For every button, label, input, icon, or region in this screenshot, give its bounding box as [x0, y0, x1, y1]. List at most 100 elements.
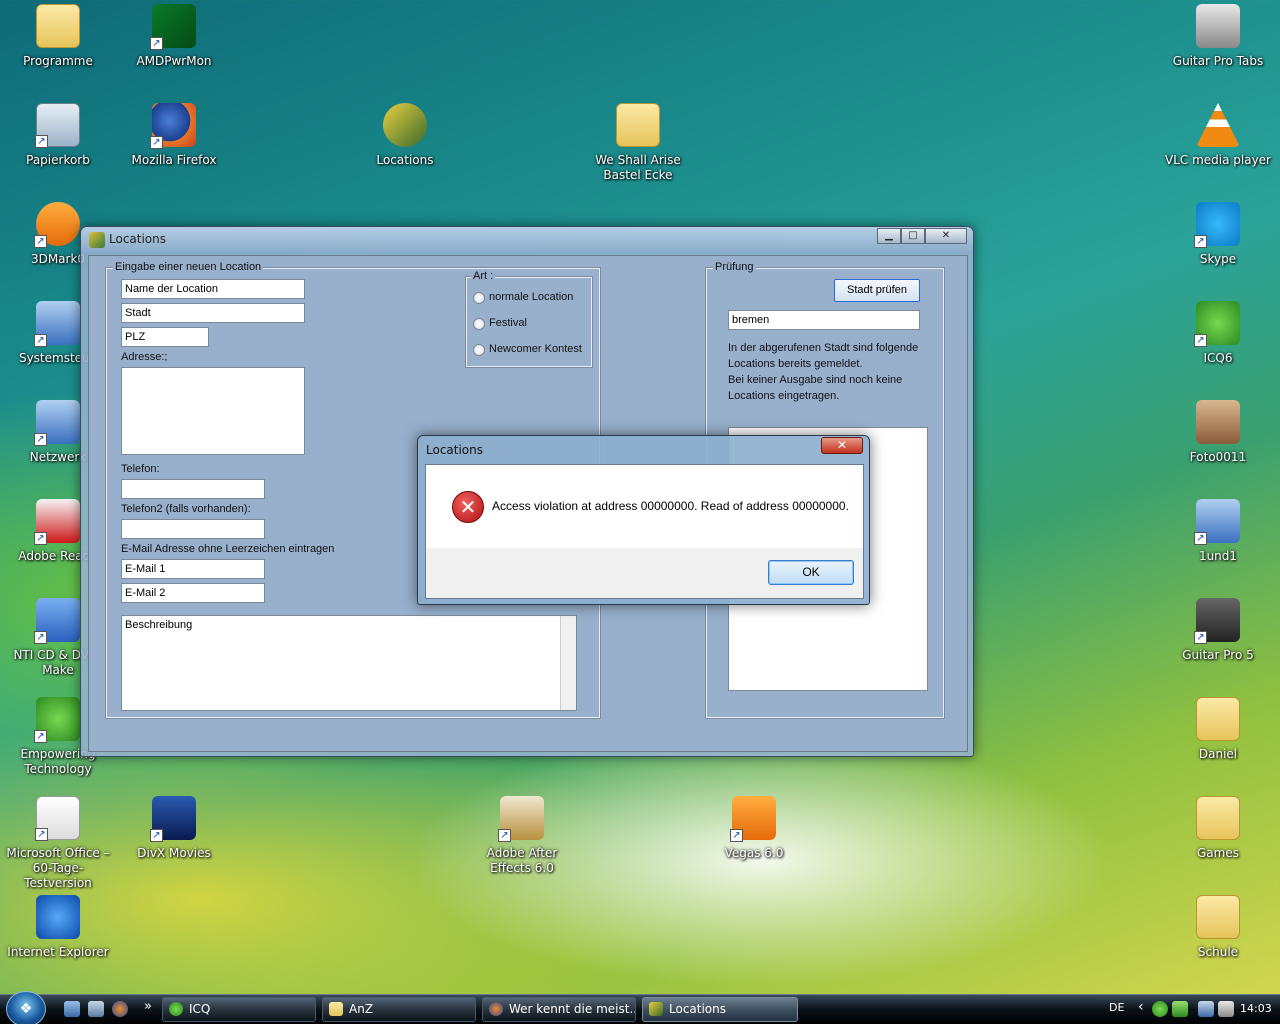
desktop-icon-locations[interactable]: Locations	[350, 103, 460, 168]
3dmark-icon: ↗	[34, 202, 80, 248]
desktop-icon-icq6[interactable]: ↗ ICQ6	[1163, 301, 1273, 366]
folder-icon	[1196, 697, 1240, 741]
desktop-icon-bastel-ecke[interactable]: We Shall Arise Bastel Ecke	[578, 103, 698, 183]
phone-field[interactable]	[121, 479, 265, 499]
radio-label-normal: normale Location	[489, 291, 574, 303]
folder-icon	[329, 1002, 343, 1016]
close-button[interactable]: ✕	[925, 228, 967, 244]
shortcut-arrow-icon: ↗	[35, 828, 48, 841]
desktop-icon-internet-explorer[interactable]: Internet Explorer	[3, 895, 113, 960]
check-city-field[interactable]: bremen	[728, 310, 920, 330]
shortcut-arrow-icon: ↗	[150, 136, 163, 149]
task-icq[interactable]: ICQ	[162, 997, 316, 1022]
desktop-icon-label: Guitar Pro 5	[1182, 648, 1254, 662]
check-legend: Prüfung	[713, 261, 756, 273]
icq-tray-icon[interactable]	[1152, 1001, 1168, 1017]
check-city-button[interactable]: Stadt prüfen	[834, 279, 920, 302]
error-dialog: Locations ✕ ✕ Access violation at addres…	[417, 435, 870, 605]
check-info-line-3: Bei keiner Ausgabe sind noch keine	[728, 374, 903, 386]
dialog-close-button[interactable]: ✕	[821, 437, 863, 454]
switch-windows-icon[interactable]	[88, 1001, 104, 1017]
address-field[interactable]	[121, 367, 305, 455]
description-field[interactable]: Beschreibung	[121, 615, 577, 711]
desktop-icon-label: Internet Explorer	[7, 945, 109, 959]
quicklaunch-overflow-icon[interactable]: »	[144, 999, 152, 1014]
network-tray-icon[interactable]	[1198, 1001, 1214, 1017]
shortcut-arrow-icon: ↗	[1194, 532, 1207, 545]
task-label: Locations	[669, 1002, 727, 1016]
desktop-icon-after-effects[interactable]: ↗ Adobe After Effects 6.0	[467, 796, 577, 876]
desktop-icon-label: Vegas 6.0	[724, 846, 784, 860]
desktop-icon-label: We Shall Arise Bastel Ecke	[595, 153, 681, 182]
shortcut-arrow-icon: ↗	[150, 37, 163, 50]
vegas-icon: ↗	[730, 796, 776, 842]
desktop-icon-label: Daniel	[1198, 747, 1238, 761]
description-scrollbar[interactable]	[560, 616, 576, 710]
recycle-bin-icon: ↗	[35, 103, 80, 148]
ok-button[interactable]: OK	[768, 560, 854, 585]
desktop-icon-daniel[interactable]: Daniel	[1163, 697, 1273, 762]
window-titlebar[interactable]: Locations ▁ □ ✕	[81, 227, 973, 253]
desktop-icon-label: Papierkorb	[26, 153, 90, 167]
desktop-icon-guitar-pro-5[interactable]: ↗ Guitar Pro 5	[1163, 598, 1273, 663]
task-firefox[interactable]: Wer kennt die meist...	[482, 997, 636, 1022]
app-icon	[89, 232, 105, 248]
task-label: AnZ	[349, 1002, 374, 1016]
adobe-reader-icon: ↗	[34, 499, 80, 545]
desktop-icon-vlc[interactable]: VLC media player	[1163, 103, 1273, 168]
desktop-icon-label: VLC media player	[1164, 153, 1271, 167]
icq-icon	[169, 1002, 183, 1016]
start-button[interactable]: ❖	[6, 991, 46, 1024]
email1-field[interactable]: E-Mail 1	[121, 559, 265, 579]
shortcut-arrow-icon: ↗	[34, 631, 47, 644]
desktop-icon-office[interactable]: ↗ Microsoft Office – 60-Tage-Testversion	[3, 796, 113, 891]
internet-explorer-icon	[36, 895, 80, 939]
folder-icon	[36, 4, 80, 48]
desktop-icon-divx[interactable]: ↗ DivX Movies	[119, 796, 229, 861]
desktop-icon-papierkorb[interactable]: ↗ Papierkorb	[3, 103, 113, 168]
phone2-field[interactable]	[121, 519, 265, 539]
desktop-icon-programme[interactable]: Programme	[3, 4, 113, 69]
folder-icon	[1196, 895, 1240, 939]
address-label: Adresse:;	[121, 351, 168, 363]
task-anz[interactable]: AnZ	[322, 997, 476, 1022]
desktop-icon-skype[interactable]: ↗ Skype	[1163, 202, 1273, 267]
desktop-icon-guitar-pro-tabs[interactable]: Guitar Pro Tabs	[1163, 4, 1273, 69]
volume-tray-icon[interactable]	[1218, 1001, 1234, 1017]
clock[interactable]: 14:03	[1240, 1002, 1272, 1015]
radio-newcomer[interactable]	[473, 344, 485, 356]
desktop-icon-amdpwrmon[interactable]: ↗ AMDPwrMon	[119, 4, 229, 69]
desktop-icon-schule[interactable]: Schule	[1163, 895, 1273, 960]
after-effects-icon: ↗	[498, 796, 544, 842]
check-info-line-4: Locations eingetragen.	[728, 390, 840, 402]
task-locations[interactable]: Locations	[642, 997, 798, 1022]
desktop-icon-label: Games	[1197, 846, 1239, 860]
city-field[interactable]: Stadt	[121, 303, 305, 323]
firefox-quicklaunch-icon[interactable]	[112, 1001, 128, 1017]
nti-icon: ↗	[34, 598, 80, 644]
email2-field[interactable]: E-Mail 2	[121, 583, 265, 603]
phone2-label: Telefon2 (falls vorhanden):	[121, 503, 251, 515]
shortcut-arrow-icon: ↗	[1194, 334, 1207, 347]
control-panel-icon: ↗	[34, 301, 80, 347]
divx-icon: ↗	[150, 796, 196, 842]
desktop-icon-games[interactable]: Games	[1163, 796, 1273, 861]
desktop-icon-vegas[interactable]: ↗ Vegas 6.0	[699, 796, 809, 861]
desktop-icon-firefox[interactable]: ↗ Mozilla Firefox	[119, 103, 229, 168]
show-desktop-icon[interactable]	[64, 1001, 80, 1017]
desktop-icon-foto0011[interactable]: Foto0011	[1163, 400, 1273, 465]
shortcut-arrow-icon: ↗	[35, 135, 48, 148]
minimize-button[interactable]: ▁	[877, 228, 901, 244]
check-tray-icon[interactable]	[1172, 1001, 1188, 1017]
radio-festival[interactable]	[473, 318, 485, 330]
location-name-field[interactable]: Name der Location	[121, 279, 305, 299]
zip-field[interactable]: PLZ	[121, 327, 209, 347]
desktop-icon-1und1[interactable]: ↗ 1und1	[1163, 499, 1273, 564]
firefox-icon	[489, 1002, 503, 1016]
check-info-line-1: In der abgerufenen Stadt sind folgende	[728, 342, 919, 354]
shortcut-arrow-icon: ↗	[34, 532, 47, 545]
tray-expand-icon[interactable]: ‹	[1138, 999, 1144, 1015]
language-indicator[interactable]: DE	[1109, 1001, 1124, 1014]
radio-normal-location[interactable]	[473, 292, 485, 304]
maximize-button[interactable]: □	[901, 228, 925, 244]
